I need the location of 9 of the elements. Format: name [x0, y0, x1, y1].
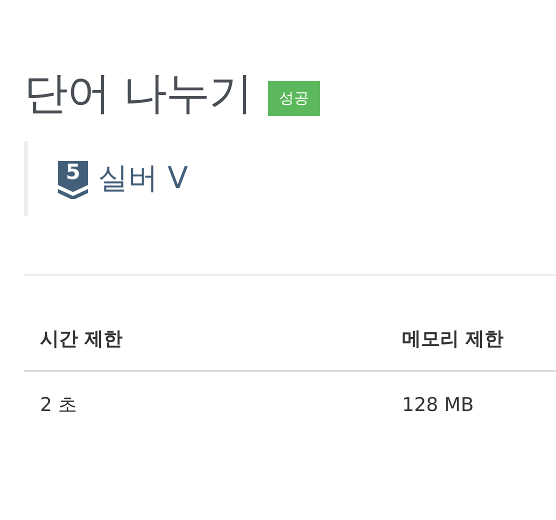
tier-number: 5 — [66, 160, 80, 182]
column-header: 메모리 제한 — [386, 316, 556, 371]
column-header: 시간 제한 — [24, 316, 386, 371]
tier-label[interactable]: 실버 V — [98, 158, 188, 199]
table-cell: 2 초 — [24, 371, 386, 438]
table-cell: 128 MB — [386, 371, 556, 438]
shield-icon — [56, 158, 90, 198]
problem-title: 단어 나누기 — [24, 67, 252, 121]
result-badge: 성공 — [268, 81, 320, 116]
